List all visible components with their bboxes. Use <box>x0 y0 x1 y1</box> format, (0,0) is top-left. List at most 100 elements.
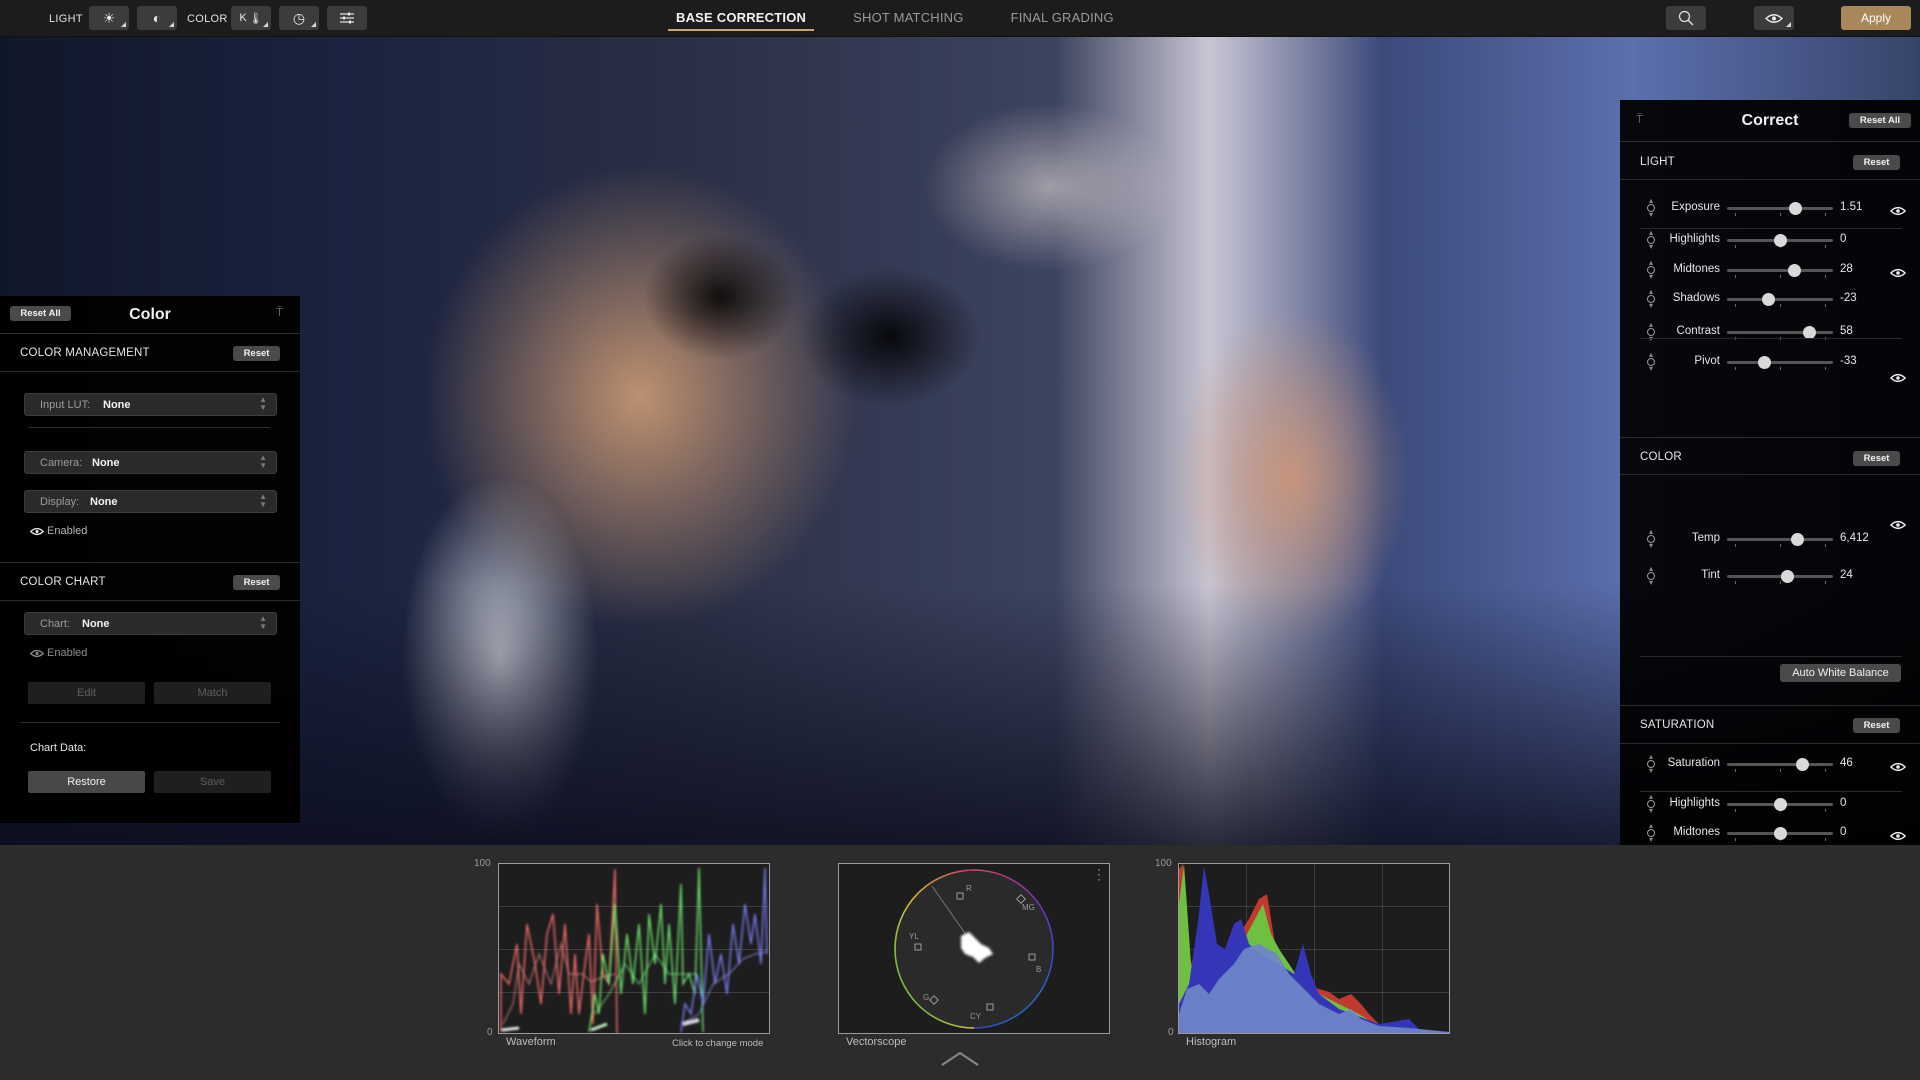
slider-value[interactable]: 6,412 <box>1840 532 1869 544</box>
keyframe-icon[interactable]: ▴▾ <box>1646 528 1656 550</box>
enabled-label: Enabled <box>47 525 88 537</box>
slider-track[interactable] <box>1727 202 1833 216</box>
section-title: COLOR <box>1640 451 1682 463</box>
slider-track[interactable] <box>1727 758 1833 772</box>
keyframe-icon[interactable]: ▴▾ <box>1646 288 1656 310</box>
color-chart-header: COLOR CHART Reset <box>0 563 300 601</box>
slider-track[interactable] <box>1727 234 1833 248</box>
slider-handle[interactable] <box>1758 356 1772 369</box>
slider-value[interactable]: 46 <box>1840 757 1853 769</box>
slider-track[interactable] <box>1727 356 1833 370</box>
adjustments-tool-button[interactable] <box>327 6 367 30</box>
slider-value[interactable]: 24 <box>1840 569 1853 581</box>
save-button[interactable]: Save <box>154 771 271 793</box>
slider-track[interactable] <box>1727 533 1833 547</box>
vectorscope-scope[interactable]: · · · R MG B CY G YL <box>838 863 1110 1034</box>
slider-track[interactable] <box>1727 264 1833 278</box>
slider-handle[interactable] <box>1781 570 1795 583</box>
slider-handle[interactable] <box>1787 264 1801 277</box>
select-label: Camera: <box>40 457 83 469</box>
slider-value[interactable]: 1.51 <box>1840 201 1862 213</box>
waveform-scope[interactable] <box>498 863 770 1034</box>
light-reset-button[interactable]: Reset <box>1853 155 1900 170</box>
auto-white-balance-button[interactable]: Auto White Balance <box>1780 664 1901 682</box>
restore-button[interactable]: Restore <box>28 771 145 793</box>
temperature-tool-button[interactable]: K 🌡︎ <box>231 6 271 30</box>
color-chart-enabled-toggle[interactable]: Enabled <box>30 647 87 659</box>
keyframe-icon[interactable]: ▴▾ <box>1646 351 1656 373</box>
slider-handle[interactable] <box>1788 202 1802 215</box>
slider-midtones: ▴ ▾ Midtones 28 <box>1620 259 1920 281</box>
slider-midtones: ▴ ▾ Midtones 0 <box>1620 822 1920 844</box>
slider-track[interactable] <box>1727 570 1833 584</box>
light-group-eye-icon[interactable] <box>1889 370 1907 383</box>
slider-value[interactable]: -23 <box>1840 292 1857 304</box>
eye-icon[interactable] <box>1889 265 1907 278</box>
slider-handle[interactable] <box>1774 798 1787 811</box>
saturation-tool-button[interactable]: ◷ <box>279 6 319 30</box>
slider-highlights: ▴ ▾ Highlights 0 <box>1620 793 1920 815</box>
keyframe-icon[interactable]: ▴▾ <box>1646 753 1656 775</box>
panel-title: Color <box>129 306 171 323</box>
slider-value[interactable]: 0 <box>1840 826 1846 838</box>
keyframe-icon[interactable]: ▴▾ <box>1646 259 1656 281</box>
slider-label: Midtones <box>1673 826 1720 838</box>
slider-handle[interactable] <box>1762 293 1776 306</box>
chart-select[interactable]: Chart: None ▲ ▼ <box>24 612 277 635</box>
keyframe-icon[interactable]: ▴▾ <box>1646 822 1656 844</box>
slider-track[interactable] <box>1727 827 1833 841</box>
target-cy: CY <box>970 1012 982 1021</box>
select-value: None <box>92 457 120 469</box>
chevron-up-icon[interactable] <box>940 1051 980 1067</box>
input-lut-select[interactable]: Input LUT: None ▲ ▼ <box>24 393 277 416</box>
updown-icon: ▲ ▼ <box>259 492 267 509</box>
camera-select[interactable]: Camera: None ▲ ▼ <box>24 451 277 474</box>
edit-button[interactable]: Edit <box>28 682 145 704</box>
slider-value[interactable]: 58 <box>1840 325 1853 337</box>
color-chart-reset-button[interactable]: Reset <box>233 575 280 590</box>
tab-final-grading[interactable]: FINAL GRADING <box>1011 0 1114 37</box>
slider-value[interactable]: -33 <box>1840 355 1857 367</box>
slider-highlights: ▴ ▾ Highlights 0 <box>1620 229 1920 251</box>
slider-track[interactable] <box>1727 326 1833 340</box>
eye-icon[interactable] <box>1889 759 1907 772</box>
color-management-enabled-toggle[interactable]: Enabled <box>30 525 87 537</box>
slider-handle[interactable] <box>1790 533 1804 546</box>
slider-tint: ▴ ▾ Tint 24 <box>1620 565 1920 587</box>
apply-button[interactable]: Apply <box>1841 6 1911 30</box>
preview-toggle-button[interactable] <box>1754 6 1794 30</box>
color-group-eye-icon[interactable] <box>1889 517 1907 530</box>
slider-handle[interactable] <box>1774 234 1787 247</box>
slider-value[interactable]: 28 <box>1840 263 1853 275</box>
mode-tabs: BASE CORRECTION SHOT MATCHING FINAL GRAD… <box>667 0 1161 37</box>
slider-track[interactable] <box>1727 798 1833 812</box>
divider <box>1640 228 1902 229</box>
color-management-reset-button[interactable]: Reset <box>233 346 280 361</box>
exposure-tool-button[interactable]: ☀ <box>89 6 129 30</box>
slider-handle[interactable] <box>1796 758 1810 771</box>
keyframe-icon[interactable]: ▴▾ <box>1646 229 1656 251</box>
contrast-tool-button[interactable]: ◐ <box>137 6 177 30</box>
eye-icon[interactable] <box>1889 203 1907 216</box>
match-button[interactable]: Match <box>154 682 271 704</box>
keyframe-icon[interactable]: ▴▾ <box>1646 793 1656 815</box>
display-select[interactable]: Display: None ▲ ▼ <box>24 490 277 513</box>
search-button[interactable] <box>1666 6 1706 30</box>
reset-all-button[interactable]: Reset All <box>1849 113 1911 128</box>
eye-icon[interactable] <box>1889 828 1907 841</box>
slider-track[interactable] <box>1727 293 1833 307</box>
keyframe-icon[interactable]: ▴▾ <box>1646 321 1656 343</box>
pin-icon[interactable]: ⍑ <box>276 305 286 319</box>
slider-handle[interactable] <box>1774 827 1787 840</box>
slider-value[interactable]: 0 <box>1840 797 1846 809</box>
target-r: R <box>966 884 972 893</box>
tab-base-correction[interactable]: BASE CORRECTION <box>667 0 815 37</box>
saturation-reset-button[interactable]: Reset <box>1853 718 1900 733</box>
tab-shot-matching[interactable]: SHOT MATCHING <box>853 0 963 37</box>
slider-value[interactable]: 0 <box>1840 233 1846 245</box>
waveform-mode-hint[interactable]: Click to change mode <box>672 1038 763 1049</box>
histogram-scope[interactable] <box>1178 863 1450 1034</box>
color-reset-button[interactable]: Reset <box>1853 451 1900 466</box>
keyframe-icon[interactable]: ▴▾ <box>1646 197 1656 219</box>
keyframe-icon[interactable]: ▴▾ <box>1646 565 1656 587</box>
